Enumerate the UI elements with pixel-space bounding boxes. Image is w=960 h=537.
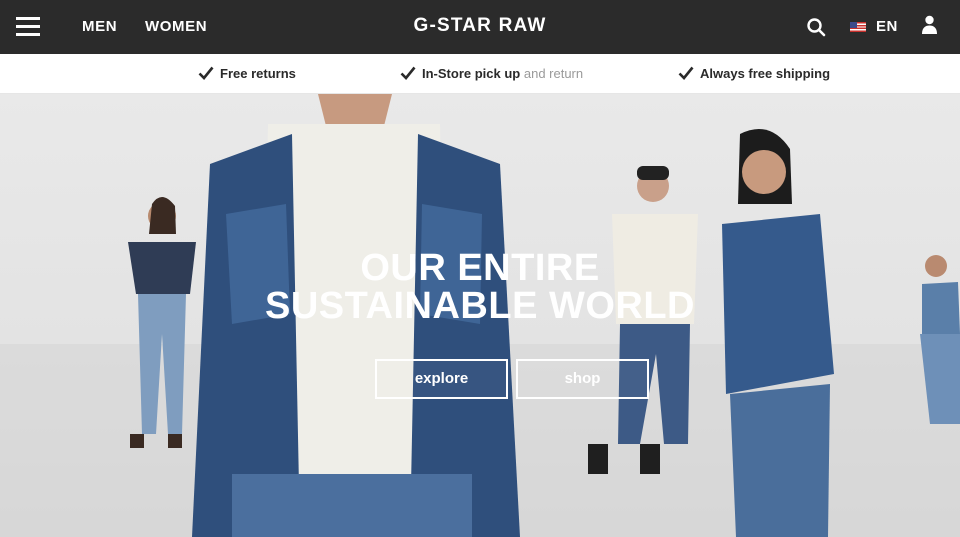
language-selector[interactable]: EN	[876, 18, 898, 35]
model-right-figure	[722, 129, 834, 537]
shop-button[interactable]: shop	[516, 359, 649, 399]
hero-title-line2: SUSTAINABLE WORLD	[265, 285, 695, 327]
usp-label: In-Store pick up	[422, 66, 521, 81]
usp-in-store-pickup: In-Store pick up and return	[400, 66, 583, 81]
checkmark-icon	[198, 66, 214, 80]
explore-button[interactable]: explore	[375, 359, 508, 399]
hero-title: OUR ENTIRE SUSTAINABLE WORLD	[0, 249, 960, 325]
usp-label: Always free shipping	[700, 66, 831, 81]
checkmark-icon	[678, 66, 694, 80]
usp-sublabel: and return	[523, 66, 584, 81]
hero-title-line1: OUR ENTIRE	[360, 247, 600, 289]
usp-free-returns: Free returns	[198, 66, 296, 81]
nav-men[interactable]: MEN	[82, 18, 117, 35]
usp-label: Free returns	[220, 66, 296, 81]
nav-women[interactable]: WOMEN	[145, 18, 207, 35]
us-flag-icon[interactable]	[850, 22, 866, 32]
user-icon[interactable]	[921, 15, 938, 35]
hero-banner: OUR ENTIRE SUSTAINABLE WORLD explore sho…	[0, 94, 960, 537]
top-navigation-bar: MEN WOMEN G-STAR RAW EN	[0, 0, 960, 54]
checkmark-icon	[400, 66, 416, 80]
search-icon[interactable]	[806, 17, 826, 37]
hamburger-menu-icon[interactable]	[16, 17, 40, 37]
usp-free-shipping: Always free shipping	[678, 66, 830, 81]
usp-bar: Free returns In-Store pick up and return…	[0, 54, 960, 94]
